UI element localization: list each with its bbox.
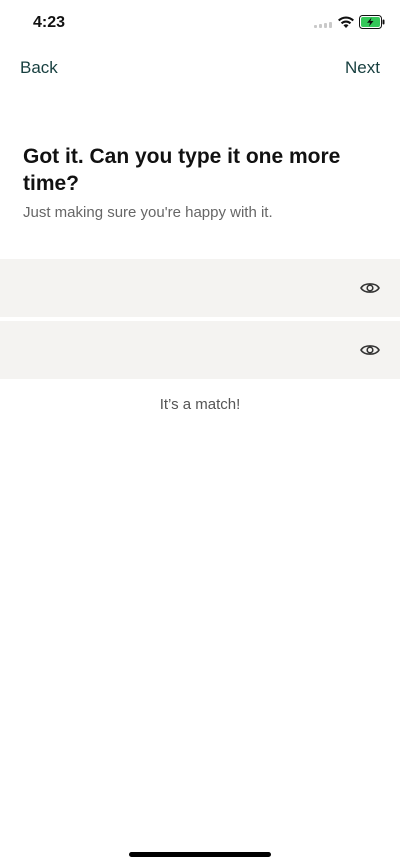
cellular-signal-icon [314,20,334,28]
eye-icon[interactable] [360,340,380,360]
wifi-icon [338,16,354,28]
back-button[interactable]: Back [20,58,58,78]
password-input[interactable] [20,259,344,319]
page-title: Got it. Can you type it one more time? [23,145,341,195]
status-bar: 4:23 [0,0,400,48]
next-button[interactable]: Next [345,58,380,78]
eye-icon[interactable] [360,278,380,298]
page-subtitle: Just making sure you're happy with it. [23,204,273,221]
status-time: 4:23 [33,14,66,31]
match-message: It’s a match! [159,396,241,413]
confirm-password-input[interactable] [20,321,344,381]
home-indicator[interactable] [129,852,271,857]
password-field [0,259,400,319]
battery-charging-icon [359,15,385,29]
confirm-password-field [0,321,400,381]
